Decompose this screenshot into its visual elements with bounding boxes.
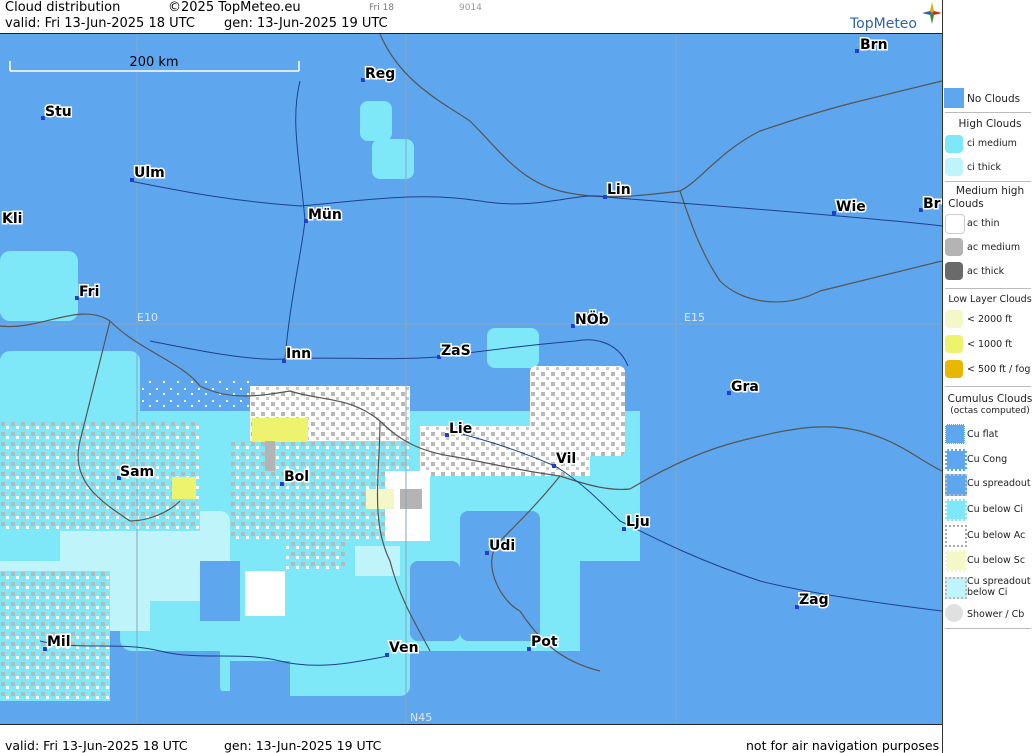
cu-spreadout-swatch bbox=[945, 474, 967, 496]
city-label: Fri bbox=[79, 284, 99, 300]
legend-section-title: Low Layer Clouds bbox=[948, 294, 1032, 305]
city-label: Lin bbox=[607, 182, 631, 198]
low-500-swatch bbox=[945, 360, 963, 378]
topmeteo-logo: TopMeteo bbox=[850, 16, 917, 32]
city-label: Bol bbox=[284, 469, 309, 485]
legend-label: ci medium bbox=[967, 138, 1017, 149]
legend-label: Cu below Sc bbox=[967, 555, 1026, 566]
city-label: Zag bbox=[799, 592, 829, 608]
city-label: ZaS bbox=[441, 343, 471, 359]
ac-thick-swatch bbox=[945, 262, 963, 280]
city-label: Sam bbox=[120, 464, 154, 480]
cu-cong-swatch bbox=[945, 449, 967, 471]
legend-label: Shower / Cb bbox=[967, 609, 1025, 620]
no-clouds-swatch bbox=[944, 88, 964, 108]
city-label: Mün bbox=[308, 207, 342, 223]
city-label: Mil bbox=[47, 634, 71, 650]
legend-label: ac thin bbox=[967, 218, 1000, 229]
grid-label: E15 bbox=[684, 311, 705, 324]
cu-flat-swatch bbox=[945, 424, 965, 444]
city-label: Wie bbox=[836, 199, 866, 215]
footer-generated-time: gen: 13-Jun-2025 19 UTC bbox=[224, 738, 382, 753]
legend-label: Cu below Ac bbox=[967, 530, 1026, 541]
legend-section-title: High Clouds bbox=[958, 118, 1022, 130]
city-label: Ven bbox=[389, 640, 419, 656]
legend-section-subtitle: (octas computed) bbox=[950, 406, 1030, 416]
city-label: Inn bbox=[286, 346, 311, 362]
product-title: Cloud distribution bbox=[5, 0, 121, 15]
city-label: NÖb bbox=[575, 310, 609, 328]
city-label: Udi bbox=[489, 538, 515, 554]
grid-label: E10 bbox=[137, 311, 158, 324]
legend-label: Cu below Ci bbox=[967, 504, 1024, 515]
city-label: Ulm bbox=[134, 165, 165, 181]
legend-label: Cu spreadout bbox=[967, 576, 1031, 587]
low-2000-swatch bbox=[945, 310, 963, 328]
cu-spreadout-ci-swatch bbox=[945, 577, 967, 599]
city-label: Pot bbox=[531, 634, 558, 650]
cloud-map: E10 E15 N45 200 km Brn Reg Stu Ulm Lin K… bbox=[0, 33, 942, 725]
scale-bar: 200 km bbox=[9, 53, 300, 72]
footer-valid-time: valid: Fri 13-Jun-2025 18 UTC bbox=[5, 738, 188, 753]
legend-section-title: Clouds bbox=[948, 198, 984, 210]
legend-label: No Clouds bbox=[967, 93, 1021, 105]
legend-label: < 1000 ft bbox=[967, 339, 1013, 350]
small-day: Fri 18 bbox=[369, 3, 395, 13]
legend-divider bbox=[945, 112, 1031, 113]
legend-label: ci thick bbox=[967, 162, 1001, 173]
legend-section-title: Cumulus Clouds bbox=[947, 393, 1033, 405]
cu-below-ac-swatch bbox=[945, 525, 967, 547]
legend-divider bbox=[945, 628, 1031, 629]
valid-time: valid: Fri 13-Jun-2025 18 UTC bbox=[5, 16, 195, 31]
generated-time: gen: 13-Jun-2025 19 UTC bbox=[224, 16, 388, 31]
city-label: Gra bbox=[731, 379, 759, 395]
legend-label: ac thick bbox=[967, 266, 1005, 277]
disclaimer: not for air navigation purposes bbox=[746, 738, 940, 753]
legend-divider bbox=[945, 386, 1031, 387]
shower-cb-swatch bbox=[945, 604, 963, 622]
legend-section-title: Medium high bbox=[955, 185, 1025, 197]
small-code: 9014 bbox=[459, 3, 482, 13]
city-label: Reg bbox=[365, 66, 395, 82]
city-label: Lie bbox=[449, 421, 472, 437]
ci-thick-swatch bbox=[945, 158, 963, 176]
cu-below-ci-swatch bbox=[945, 499, 967, 521]
legend-panel: No Clouds High Clouds ci medium ci thick… bbox=[942, 0, 1034, 753]
map-header: Cloud distribution ©2025 TopMeteo.eu Fri… bbox=[0, 0, 942, 32]
city-label: Brn bbox=[860, 37, 888, 53]
cu-below-sc-swatch bbox=[945, 550, 967, 572]
ac-medium-swatch bbox=[945, 238, 963, 256]
compass-logo-icon bbox=[922, 2, 942, 24]
legend-divider bbox=[945, 181, 1031, 182]
map-canvas: E10 E15 N45 200 km Brn Reg Stu Ulm Lin K… bbox=[0, 34, 942, 724]
legend-label: below Ci bbox=[967, 587, 1008, 598]
scale-label: 200 km bbox=[129, 55, 178, 70]
legend-label: Cu Cong bbox=[967, 454, 1008, 465]
legend-divider bbox=[945, 288, 1031, 289]
city-label: Stu bbox=[45, 104, 72, 120]
legend-label: Cu flat bbox=[967, 429, 999, 440]
city-label: Vil bbox=[556, 451, 576, 467]
grid-label: N45 bbox=[410, 711, 432, 724]
ac-thin-swatch bbox=[945, 214, 965, 234]
city-label: Kli bbox=[2, 211, 22, 227]
legend-label: ac medium bbox=[967, 242, 1021, 253]
legend-label: < 500 ft / fog bbox=[967, 364, 1031, 375]
map-footer: valid: Fri 13-Jun-2025 18 UTC gen: 13-Ju… bbox=[0, 738, 942, 753]
legend-label: Cu spreadout bbox=[967, 478, 1031, 489]
low-1000-swatch bbox=[945, 335, 963, 353]
city-label: Lju bbox=[626, 514, 650, 530]
legend-label: < 2000 ft bbox=[967, 314, 1013, 325]
ci-medium-swatch bbox=[945, 135, 963, 153]
copyright: ©2025 TopMeteo.eu bbox=[168, 0, 301, 15]
